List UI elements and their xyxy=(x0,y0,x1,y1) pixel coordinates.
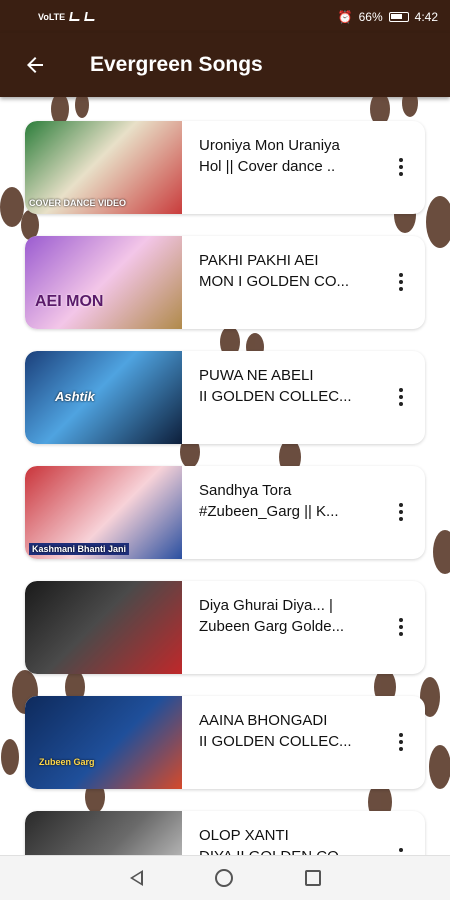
nav-home-icon[interactable] xyxy=(214,869,233,887)
song-title-line: AAINA BHONGADI xyxy=(199,712,328,729)
clock: 4:42 xyxy=(414,9,438,24)
song-card[interactable]: Zubeen Garg AAINA BHONGADI II GOLDEN COL… xyxy=(25,696,425,789)
signal-icon xyxy=(69,12,81,21)
system-nav-bar xyxy=(0,855,450,900)
song-title-line: Hol || Cover dance .. xyxy=(199,158,336,175)
song-title: OLOP XANTI DIYA II GOLDEN CO... xyxy=(199,825,379,855)
song-title: PAKHI PAKHI AEI MON I GOLDEN CO... xyxy=(199,250,379,292)
wifi-icon xyxy=(84,12,96,21)
more-options-button[interactable] xyxy=(389,496,413,528)
song-thumbnail: Kashmani Bhanti Jani xyxy=(25,466,182,559)
thumbnail-caption: Zubeen Garg xyxy=(39,757,95,767)
song-thumbnail xyxy=(25,581,182,674)
more-options-button[interactable] xyxy=(389,381,413,413)
alarm-icon: ⏰ xyxy=(337,9,353,24)
song-card[interactable]: AEI MON PAKHI PAKHI AEI MON I GOLDEN CO.… xyxy=(25,236,425,329)
page-title: Evergreen Songs xyxy=(90,53,263,76)
song-title-line: Diya Ghurai Diya... | xyxy=(199,597,333,614)
song-title: PUWA NE ABELI II GOLDEN COLLEC... xyxy=(199,365,379,407)
more-options-button[interactable] xyxy=(389,611,413,643)
song-card[interactable]: Kashmani Bhanti Jani Sandhya Tora #Zubee… xyxy=(25,466,425,559)
battery-icon xyxy=(388,11,409,22)
song-title: Diya Ghurai Diya... | Zubeen Garg Golde.… xyxy=(199,595,379,637)
more-options-button[interactable] xyxy=(389,841,413,855)
song-thumbnail xyxy=(25,811,182,855)
arrow-left-icon xyxy=(27,57,43,73)
thumbnail-caption: Kashmani Bhanti Jani xyxy=(29,543,130,555)
more-options-button[interactable] xyxy=(389,266,413,298)
nav-back-icon[interactable] xyxy=(129,870,143,886)
status-right: ⏰ 66% 4:42 xyxy=(338,10,438,24)
thumbnail-caption: COVER DANCE VIDEO xyxy=(29,198,127,208)
song-title-line: DIYA II GOLDEN CO... xyxy=(199,846,379,855)
song-title-line: PAKHI PAKHI AEI xyxy=(199,252,319,269)
nav-recents-icon[interactable] xyxy=(304,870,321,886)
thumbnail-caption: Ashtik xyxy=(55,389,95,404)
song-title: Uroniya Mon Uraniya Hol || Cover dance .… xyxy=(199,135,379,177)
song-thumbnail: COVER DANCE VIDEO xyxy=(25,121,182,214)
song-title-line: II GOLDEN COLLEC... xyxy=(199,388,352,405)
song-card[interactable]: Ashtik PUWA NE ABELI II GOLDEN COLLEC... xyxy=(25,351,425,444)
thumbnail-caption: AEI MON xyxy=(35,293,104,310)
song-title-line: II GOLDEN COLLEC... xyxy=(199,733,352,750)
more-options-button[interactable] xyxy=(389,726,413,758)
song-card[interactable]: Diya Ghurai Diya... | Zubeen Garg Golde.… xyxy=(25,581,425,674)
song-title-line: Uroniya Mon Uraniya xyxy=(199,137,340,154)
battery-percent: 66% xyxy=(358,9,383,24)
song-thumbnail: Ashtik xyxy=(25,351,182,444)
song-thumbnail: AEI MON xyxy=(25,236,182,329)
volte-indicator: VoLTE xyxy=(38,11,66,22)
status-left: VoLTE xyxy=(38,11,96,22)
song-title-line: Zubeen Garg Golde... xyxy=(199,618,345,635)
song-card[interactable]: OLOP XANTI DIYA II GOLDEN CO... xyxy=(25,811,425,855)
song-title: AAINA BHONGADI II GOLDEN COLLEC... xyxy=(199,710,379,752)
back-button[interactable] xyxy=(0,33,70,97)
song-list-area[interactable]: COVER DANCE VIDEO Uroniya Mon Uraniya Ho… xyxy=(0,97,450,855)
song-title-line: PUWA NE ABELI xyxy=(199,367,314,384)
song-thumbnail: Zubeen Garg xyxy=(25,696,182,789)
song-title-line: Sandhya Tora xyxy=(199,482,292,499)
song-title-line: MON I GOLDEN CO... xyxy=(199,273,350,290)
song-title-line: OLOP XANTI xyxy=(199,827,289,844)
status-bar: VoLTE ⏰ 66% 4:42 xyxy=(0,0,450,33)
more-options-button[interactable] xyxy=(389,151,413,183)
song-title: Sandhya Tora #Zubeen_Garg || K... xyxy=(199,480,379,522)
app-bar: Evergreen Songs xyxy=(0,33,450,97)
song-title-line: #Zubeen_Garg || K... xyxy=(199,503,339,520)
song-card[interactable]: COVER DANCE VIDEO Uroniya Mon Uraniya Ho… xyxy=(25,121,425,214)
